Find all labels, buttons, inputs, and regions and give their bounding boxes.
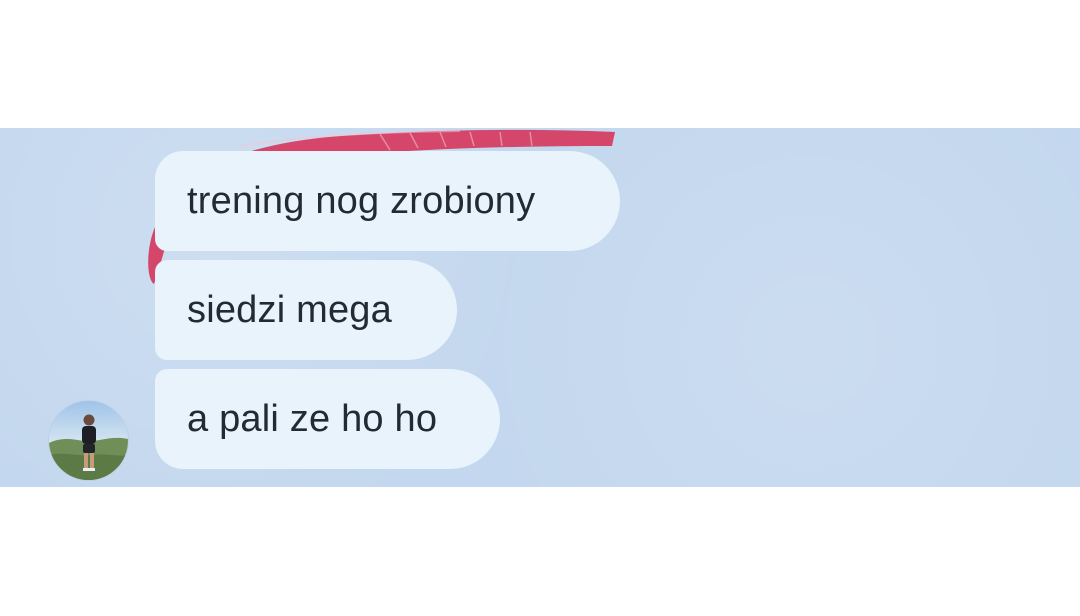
message-bubble[interactable]: a pali ze ho ho xyxy=(155,369,500,469)
message-text: trening nog zrobiony xyxy=(187,179,536,222)
message-bubble[interactable]: siedzi mega xyxy=(155,260,457,360)
message-text: a pali ze ho ho xyxy=(187,397,438,440)
message-text: siedzi mega xyxy=(187,288,392,331)
chat-area[interactable]: trening nog zrobiony siedzi mega a pali … xyxy=(0,128,1080,487)
message-bubble[interactable]: trening nog zrobiony xyxy=(155,151,620,251)
screen: trening nog zrobiony siedzi mega a pali … xyxy=(0,0,1080,616)
user-avatar-photo xyxy=(49,401,128,480)
avatar[interactable] xyxy=(49,401,128,480)
